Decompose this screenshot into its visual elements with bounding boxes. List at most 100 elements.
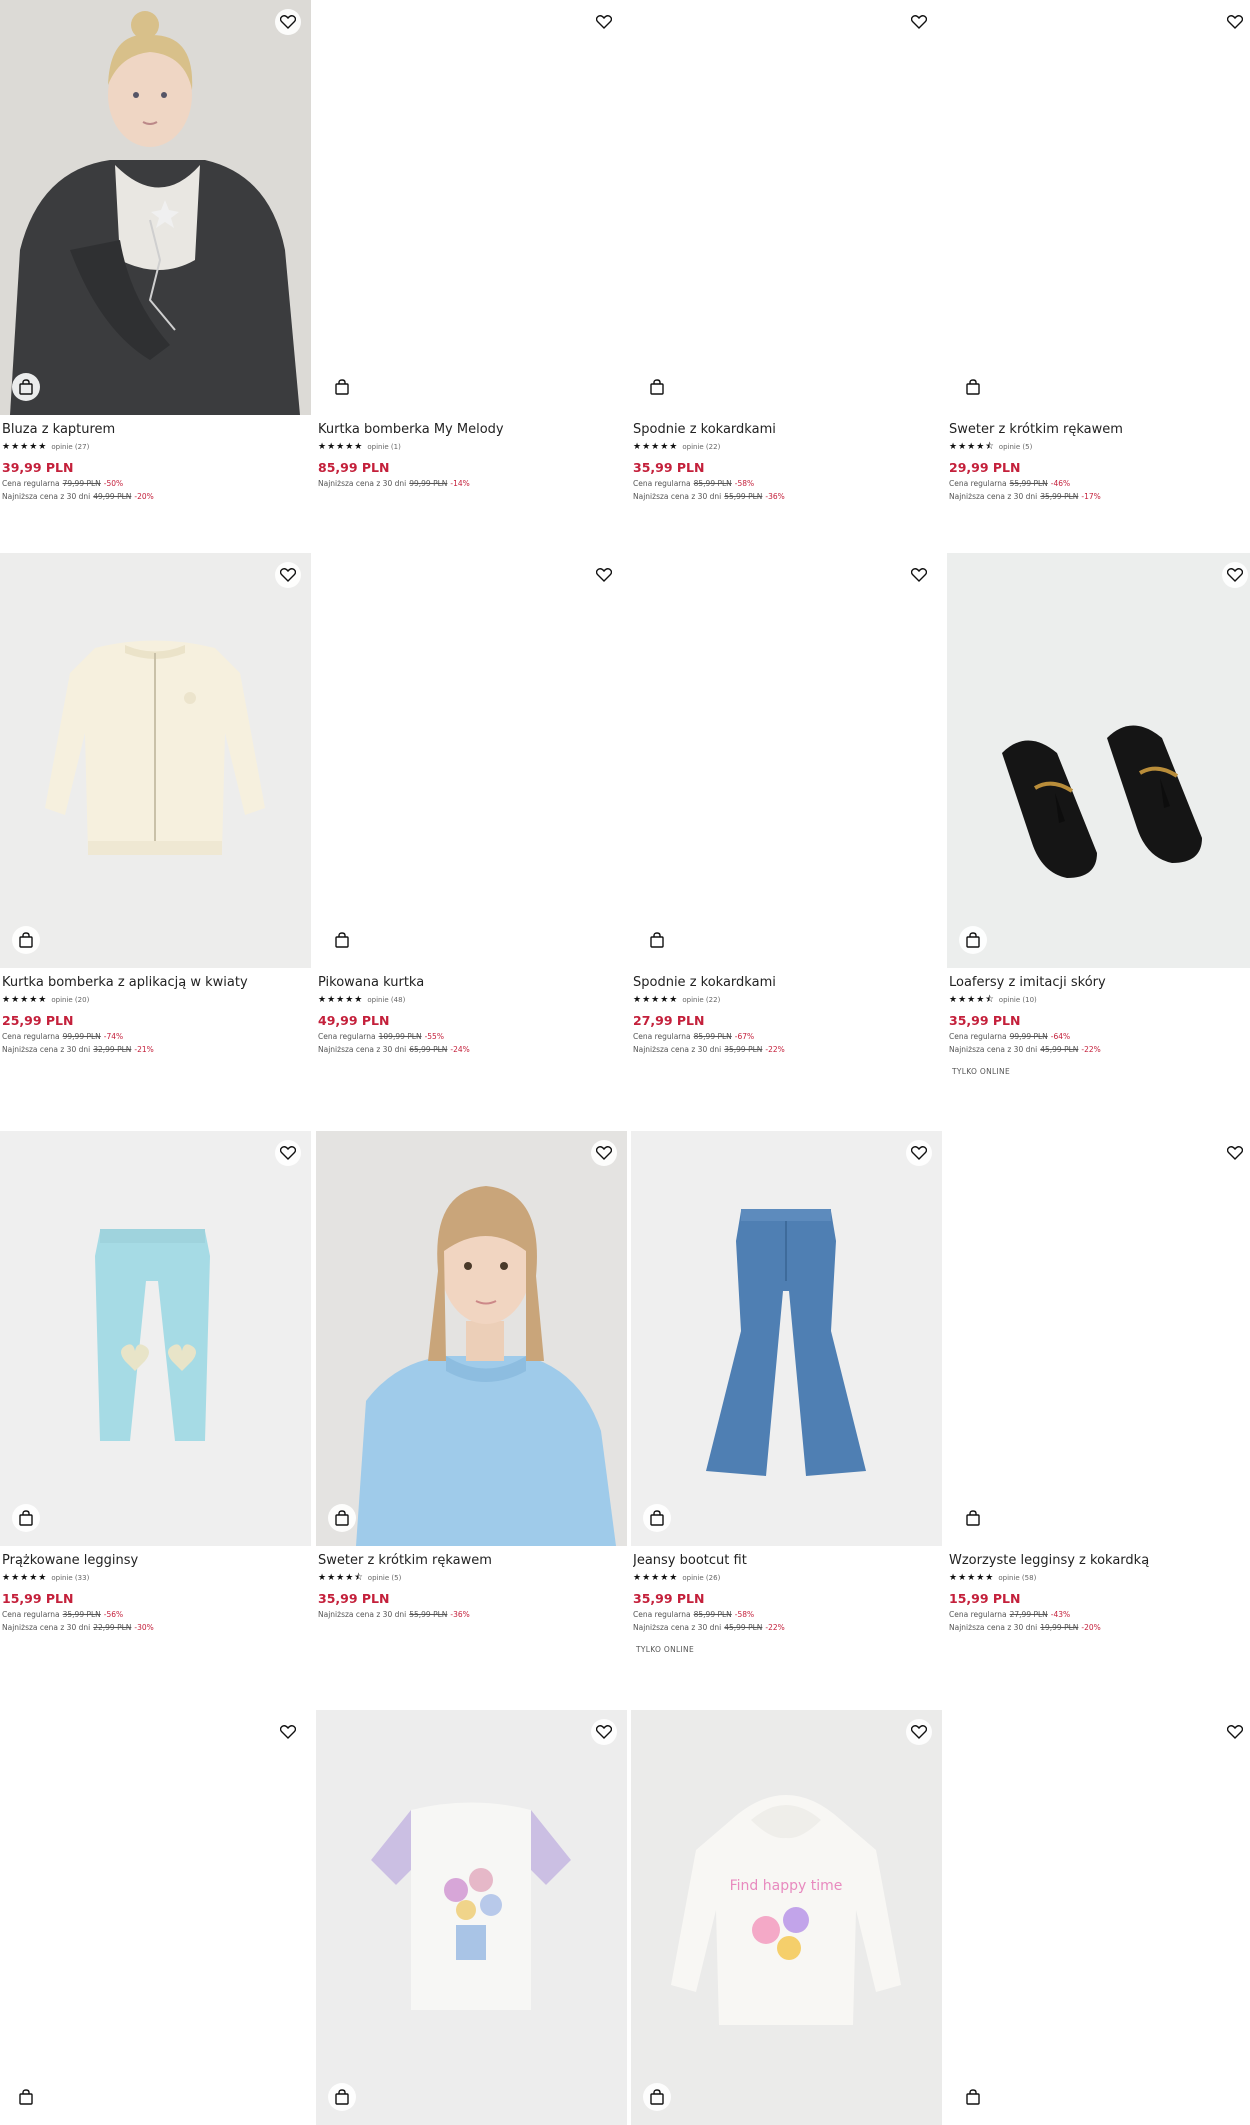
product-name[interactable]: Sweter z krótkim rękawem [949, 422, 1250, 438]
product-card[interactable]: Bluza z kapturem ★★★★★ opinie (27) 39,99… [0, 0, 311, 502]
heart-icon[interactable] [275, 1719, 301, 1745]
review-count[interactable]: opinie (27) [51, 442, 89, 452]
review-count[interactable]: opinie (5) [368, 1573, 402, 1583]
review-count[interactable]: opinie (58) [998, 1573, 1036, 1583]
heart-icon[interactable] [1222, 1719, 1248, 1745]
product-name[interactable]: Spodnie z kokardkami [633, 975, 940, 991]
rating-stars: ★★★★★ [633, 1573, 679, 1583]
product-card[interactable]: Pikowana kurtka ★★★★★ opinie (48) 49,99 … [316, 553, 627, 1055]
product-card[interactable]: Sweter z krótkim rękawem ★★★★⯪ opinie (5… [316, 1131, 627, 1620]
heart-icon[interactable] [591, 9, 617, 35]
product-name[interactable]: Kurtka bomberka z aplikacją w kwiaty [2, 975, 309, 991]
product-image[interactable] [947, 0, 1250, 415]
product-name[interactable]: Wzorzyste legginsy z kokardką [949, 1553, 1250, 1569]
heart-icon[interactable] [1222, 562, 1248, 588]
review-count[interactable]: opinie (1) [367, 442, 401, 452]
rating: ★★★★⯪ opinie (10) [949, 995, 1250, 1005]
shopping-bag-icon[interactable] [959, 2083, 987, 2111]
review-count[interactable]: opinie (5) [999, 442, 1033, 452]
heart-icon[interactable] [275, 1140, 301, 1166]
review-count[interactable]: opinie (33) [51, 1573, 89, 1583]
shopping-bag-icon[interactable] [12, 1504, 40, 1532]
heart-icon[interactable] [906, 1140, 932, 1166]
review-count[interactable]: opinie (22) [682, 442, 720, 452]
product-image[interactable] [947, 1131, 1250, 1546]
product-card[interactable] [316, 1710, 627, 2125]
product-image[interactable] [316, 1131, 627, 1546]
product-card[interactable]: Sweter z krótkim rękawem ★★★★⯪ opinie (5… [947, 0, 1250, 502]
heart-icon[interactable] [906, 9, 932, 35]
review-count[interactable]: opinie (22) [682, 995, 720, 1005]
shopping-bag-icon[interactable] [959, 373, 987, 401]
heart-icon[interactable] [591, 1140, 617, 1166]
heart-icon[interactable] [591, 1719, 617, 1745]
heart-icon[interactable] [1222, 9, 1248, 35]
product-name[interactable]: Spodnie z kokardkami [633, 422, 940, 438]
lowest-price-line: Najniższa cena z 30 dni 55,99 PLN -36% [633, 492, 940, 502]
shopping-bag-icon[interactable] [959, 1504, 987, 1532]
review-count[interactable]: opinie (10) [999, 995, 1037, 1005]
regular-price-line: Cena regularna 85,99 PLN -58% [633, 1610, 940, 1620]
rating-stars: ★★★★★ [633, 995, 679, 1005]
product-card[interactable] [0, 1710, 311, 2125]
heart-icon[interactable] [906, 562, 932, 588]
heart-icon[interactable] [906, 1719, 932, 1745]
product-name[interactable]: Sweter z krótkim rękawem [318, 1553, 625, 1569]
lowest-discount: -36% [450, 1610, 470, 1619]
product-name[interactable]: Jeansy bootcut fit [633, 1553, 940, 1569]
product-name[interactable]: Prążkowane legginsy [2, 1553, 309, 1569]
review-count[interactable]: opinie (48) [367, 995, 405, 1005]
review-count[interactable]: opinie (26) [682, 1573, 720, 1583]
product-card[interactable]: Prążkowane legginsy ★★★★★ opinie (33) 15… [0, 1131, 311, 1633]
product-card[interactable]: Wzorzyste legginsy z kokardką ★★★★★ opin… [947, 1131, 1250, 1633]
shopping-bag-icon[interactable] [12, 373, 40, 401]
lowest-old-price: 45,99 PLN [724, 1623, 763, 1632]
product-card[interactable]: Spodnie z kokardkami ★★★★★ opinie (22) 3… [631, 0, 942, 502]
product-name[interactable]: Pikowana kurtka [318, 975, 625, 991]
product-name[interactable]: Bluza z kapturem [2, 422, 309, 438]
product-card[interactable]: Jeansy bootcut fit ★★★★★ opinie (26) 35,… [631, 1131, 942, 1654]
shopping-bag-icon[interactable] [643, 373, 671, 401]
shopping-bag-icon[interactable] [12, 2083, 40, 2111]
product-image[interactable] [316, 553, 627, 968]
product-image[interactable] [0, 553, 311, 968]
heart-icon[interactable] [591, 562, 617, 588]
review-count[interactable]: opinie (20) [51, 995, 89, 1005]
shopping-bag-icon[interactable] [328, 1504, 356, 1532]
heart-icon[interactable] [275, 562, 301, 588]
product-image[interactable] [0, 0, 311, 415]
product-image[interactable] [0, 1131, 311, 1546]
product-image[interactable] [316, 0, 627, 415]
product-image[interactable] [0, 1710, 311, 2125]
product-card[interactable]: Spodnie z kokardkami ★★★★★ opinie (22) 2… [631, 553, 942, 1055]
product-card[interactable]: Kurtka bomberka My Melody ★★★★★ opinie (… [316, 0, 627, 489]
shopping-bag-icon[interactable] [959, 926, 987, 954]
heart-icon[interactable] [1222, 1140, 1248, 1166]
shopping-bag-icon[interactable] [328, 926, 356, 954]
regular-price-line: Cena regularna 109,99 PLN -55% [318, 1032, 625, 1042]
regular-old-price: 85,99 PLN [693, 1032, 732, 1041]
product-card[interactable]: Find happy time [631, 1710, 942, 2125]
product-image[interactable] [631, 1131, 942, 1546]
shopping-bag-icon[interactable] [643, 926, 671, 954]
rating: ★★★★★ opinie (26) [633, 1573, 940, 1583]
product-image[interactable] [947, 1710, 1250, 2125]
product-image[interactable] [947, 553, 1250, 968]
product-name[interactable]: Loafersy z imitacji skóry [949, 975, 1250, 991]
product-price: 27,99 PLN [633, 1013, 705, 1028]
product-card[interactable] [947, 1710, 1250, 2125]
shopping-bag-icon[interactable] [12, 926, 40, 954]
product-image[interactable] [631, 553, 942, 968]
lowest-old-price: 22,99 PLN [93, 1623, 132, 1632]
product-image[interactable] [316, 1710, 627, 2125]
product-image[interactable] [631, 0, 942, 415]
shopping-bag-icon[interactable] [328, 2083, 356, 2111]
product-card[interactable]: Kurtka bomberka z aplikacją w kwiaty ★★★… [0, 553, 311, 1055]
product-image[interactable]: Find happy time [631, 1710, 942, 2125]
shopping-bag-icon[interactable] [643, 1504, 671, 1532]
product-card[interactable]: Loafersy z imitacji skóry ★★★★⯪ opinie (… [947, 553, 1250, 1076]
shopping-bag-icon[interactable] [643, 2083, 671, 2111]
product-name[interactable]: Kurtka bomberka My Melody [318, 422, 625, 438]
shopping-bag-icon[interactable] [328, 373, 356, 401]
heart-icon[interactable] [275, 9, 301, 35]
